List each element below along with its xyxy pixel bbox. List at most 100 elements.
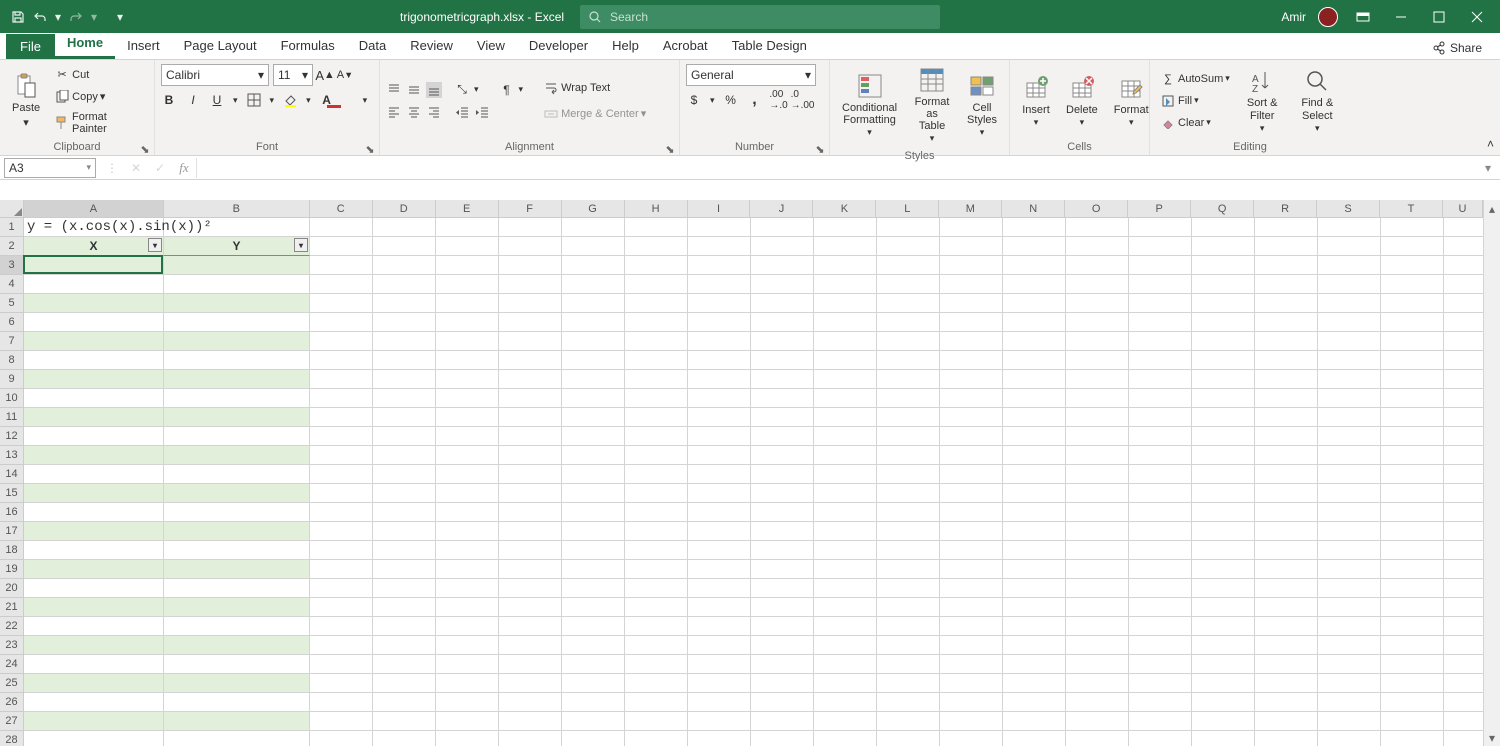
cell[interactable] bbox=[1066, 560, 1129, 579]
cell[interactable] bbox=[625, 351, 688, 370]
cell[interactable] bbox=[1003, 446, 1066, 465]
cell[interactable] bbox=[310, 503, 373, 522]
accounting-format-icon[interactable]: $ bbox=[686, 92, 702, 108]
cell[interactable] bbox=[24, 579, 164, 598]
cell[interactable]: Y▾ bbox=[164, 237, 310, 256]
row-header[interactable]: 17 bbox=[0, 522, 24, 541]
cell[interactable] bbox=[940, 598, 1003, 617]
cell[interactable] bbox=[1444, 636, 1483, 655]
cell[interactable] bbox=[562, 655, 625, 674]
row-header[interactable]: 26 bbox=[0, 693, 24, 712]
cell[interactable] bbox=[1381, 598, 1444, 617]
cell[interactable] bbox=[1381, 408, 1444, 427]
cell[interactable] bbox=[877, 237, 940, 256]
undo-icon[interactable] bbox=[32, 9, 48, 25]
cell[interactable] bbox=[751, 693, 814, 712]
cell[interactable] bbox=[499, 294, 562, 313]
cell[interactable] bbox=[688, 389, 751, 408]
cell[interactable] bbox=[877, 446, 940, 465]
cell[interactable] bbox=[562, 522, 625, 541]
cell[interactable] bbox=[1255, 351, 1318, 370]
cell[interactable] bbox=[436, 256, 499, 275]
cell[interactable] bbox=[562, 598, 625, 617]
cell[interactable] bbox=[562, 731, 625, 746]
cell[interactable] bbox=[1129, 655, 1192, 674]
cell[interactable] bbox=[436, 541, 499, 560]
cell[interactable] bbox=[1192, 313, 1255, 332]
cell[interactable] bbox=[164, 598, 310, 617]
cell[interactable] bbox=[310, 256, 373, 275]
cell[interactable] bbox=[164, 579, 310, 598]
cell[interactable] bbox=[24, 560, 164, 579]
row-header[interactable]: 28 bbox=[0, 731, 24, 746]
cell[interactable] bbox=[436, 522, 499, 541]
cell[interactable] bbox=[1255, 275, 1318, 294]
cell[interactable] bbox=[1066, 294, 1129, 313]
cell[interactable] bbox=[751, 427, 814, 446]
cell[interactable] bbox=[562, 389, 625, 408]
cell[interactable] bbox=[373, 636, 436, 655]
cell[interactable] bbox=[310, 351, 373, 370]
tab-acrobat[interactable]: Acrobat bbox=[651, 33, 720, 59]
cell[interactable] bbox=[436, 579, 499, 598]
cell[interactable] bbox=[310, 712, 373, 731]
cell[interactable] bbox=[1255, 427, 1318, 446]
cell[interactable] bbox=[1381, 712, 1444, 731]
cell[interactable] bbox=[1318, 655, 1381, 674]
cell[interactable] bbox=[814, 351, 877, 370]
column-header[interactable]: T bbox=[1380, 200, 1443, 218]
cell[interactable] bbox=[625, 693, 688, 712]
cell[interactable] bbox=[940, 579, 1003, 598]
cell[interactable] bbox=[1444, 370, 1483, 389]
cell[interactable] bbox=[373, 674, 436, 693]
cell[interactable] bbox=[688, 275, 751, 294]
cell[interactable] bbox=[1255, 256, 1318, 275]
cell[interactable] bbox=[1444, 617, 1483, 636]
cell[interactable] bbox=[1381, 674, 1444, 693]
cell[interactable] bbox=[751, 655, 814, 674]
cell[interactable] bbox=[164, 351, 310, 370]
cell[interactable] bbox=[436, 294, 499, 313]
scroll-up-icon[interactable]: ▴ bbox=[1484, 200, 1500, 217]
row-header[interactable]: 2 bbox=[0, 237, 24, 256]
cell[interactable] bbox=[310, 560, 373, 579]
find-select-button[interactable]: Find & Select▾ bbox=[1291, 65, 1344, 135]
cell[interactable] bbox=[814, 237, 877, 256]
row-header[interactable]: 4 bbox=[0, 275, 24, 294]
cell[interactable] bbox=[1318, 389, 1381, 408]
cell[interactable] bbox=[1381, 541, 1444, 560]
expand-formula-bar-icon[interactable]: ▾ bbox=[1480, 160, 1496, 176]
conditional-formatting-button[interactable]: Conditional Formatting▾ bbox=[836, 70, 903, 140]
cell[interactable] bbox=[1381, 617, 1444, 636]
column-header[interactable]: L bbox=[876, 200, 939, 218]
cell[interactable] bbox=[814, 598, 877, 617]
cell[interactable] bbox=[877, 218, 940, 237]
cell[interactable] bbox=[1066, 218, 1129, 237]
cell[interactable] bbox=[1255, 313, 1318, 332]
cell[interactable] bbox=[24, 446, 164, 465]
cancel-icon[interactable]: ✕ bbox=[128, 160, 144, 176]
cell[interactable] bbox=[164, 503, 310, 522]
cell[interactable] bbox=[1381, 655, 1444, 674]
cell[interactable] bbox=[1255, 541, 1318, 560]
tab-home[interactable]: Home bbox=[55, 30, 115, 59]
cell[interactable] bbox=[625, 446, 688, 465]
chevron-down-icon[interactable]: ▾ bbox=[306, 95, 311, 106]
cell[interactable] bbox=[562, 351, 625, 370]
cell[interactable] bbox=[1192, 370, 1255, 389]
cell[interactable] bbox=[1381, 560, 1444, 579]
cell[interactable] bbox=[1066, 655, 1129, 674]
cell[interactable] bbox=[1003, 237, 1066, 256]
cell[interactable] bbox=[1192, 389, 1255, 408]
cell[interactable] bbox=[310, 655, 373, 674]
cell[interactable] bbox=[625, 332, 688, 351]
cell[interactable] bbox=[625, 427, 688, 446]
cell[interactable] bbox=[24, 503, 164, 522]
align-right-icon[interactable] bbox=[426, 104, 442, 120]
cell[interactable] bbox=[940, 484, 1003, 503]
cell[interactable] bbox=[688, 408, 751, 427]
cell[interactable] bbox=[164, 332, 310, 351]
cell[interactable] bbox=[1066, 636, 1129, 655]
cell[interactable] bbox=[436, 465, 499, 484]
cell[interactable] bbox=[164, 731, 310, 746]
